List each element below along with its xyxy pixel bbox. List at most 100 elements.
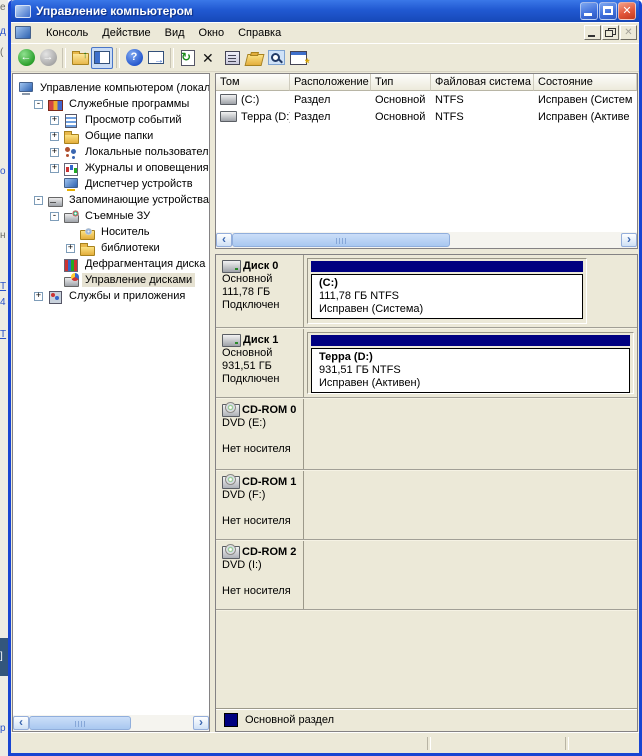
up-one-level-button[interactable] xyxy=(69,47,91,69)
cdrom-1-info[interactable]: CD-ROM 1 DVD (F:) Нет носителя xyxy=(216,471,304,539)
hard-disk-icon xyxy=(222,260,241,273)
tree-item-disk-management[interactable]: Управление дисками xyxy=(13,272,209,288)
tree-item-system-tools[interactable]: - Служебные программы xyxy=(13,96,209,112)
column-header-filesystem[interactable]: Файловая система xyxy=(431,74,534,91)
bg-selected-block: ] xyxy=(0,638,8,676)
tree-horizontal-scrollbar[interactable]: ‹ › xyxy=(13,715,209,731)
column-header-type[interactable]: Тип xyxy=(371,74,431,91)
tree-item-storage[interactable]: - Запоминающие устройства xyxy=(13,192,209,208)
disk-1-info[interactable]: Диск 1 Основной 931,51 ГБ Подключен xyxy=(216,329,304,397)
open-button[interactable] xyxy=(243,47,265,69)
disk-0-row[interactable]: Диск 0 Основной 111,78 ГБ Подключен (C:)… xyxy=(216,255,637,329)
volume-icon xyxy=(220,94,237,105)
scroll-right-button[interactable]: › xyxy=(193,716,209,730)
title-bar[interactable]: Управление компьютером xyxy=(11,0,639,22)
scroll-left-button[interactable]: ‹ xyxy=(216,233,232,247)
cdrom-2-info[interactable]: CD-ROM 2 DVD (I:) Нет носителя xyxy=(216,541,304,609)
window-title: Управление компьютером xyxy=(36,4,579,18)
tree-item-performance-logs[interactable]: + Журналы и оповещения пр xyxy=(13,160,209,176)
delete-button[interactable] xyxy=(199,47,221,69)
disk-1-row[interactable]: Диск 1 Основной 931,51 ГБ Подключен Терр… xyxy=(216,329,637,399)
bg-text-fragment: Т xyxy=(0,329,8,340)
back-button[interactable] xyxy=(15,47,37,69)
status-bar xyxy=(11,732,639,753)
minimize-button[interactable] xyxy=(580,2,598,20)
tree-item-media[interactable]: Носитель xyxy=(13,224,209,240)
forward-button[interactable] xyxy=(37,47,59,69)
cdrom-1-graph xyxy=(304,471,637,539)
column-header-layout[interactable]: Расположение xyxy=(290,74,371,91)
storage-icon xyxy=(47,193,63,208)
system-tools-icon xyxy=(47,97,63,112)
cdrom-0-info[interactable]: CD-ROM 0 DVD (E:) Нет носителя xyxy=(216,399,304,469)
tree-item-services[interactable]: + Службы и приложения xyxy=(13,288,209,304)
tree-item-libraries[interactable]: + библиотеки xyxy=(13,240,209,256)
export-list-button[interactable] xyxy=(145,47,167,69)
menu-action[interactable]: Действие xyxy=(95,25,157,41)
tree-item-disk-defragmenter[interactable]: Дефрагментация диска xyxy=(13,256,209,272)
menu-window[interactable]: Окно xyxy=(192,25,232,41)
column-header-status[interactable]: Состояние xyxy=(534,74,637,91)
tree-item-event-viewer[interactable]: + Просмотр событий xyxy=(13,112,209,128)
cdrom-2-row[interactable]: CD-ROM 2 DVD (I:) Нет носителя xyxy=(216,541,637,611)
scroll-left-button[interactable]: ‹ xyxy=(13,716,29,730)
volume-row-c[interactable]: (C:) Раздел Основной NTFS Исправен (Сист… xyxy=(216,91,637,108)
collapse-toggle[interactable]: - xyxy=(50,212,63,221)
volume-row-d[interactable]: Терра (D:) Раздел Основной NTFS Исправен… xyxy=(216,108,637,125)
column-header-volume[interactable]: Том xyxy=(216,74,290,91)
menu-help[interactable]: Справка xyxy=(231,25,288,41)
disk-management-icon xyxy=(63,273,79,288)
close-button[interactable] xyxy=(618,2,636,20)
refresh-button[interactable] xyxy=(177,47,199,69)
find-button[interactable] xyxy=(265,47,287,69)
mdi-minimize-button[interactable] xyxy=(584,25,601,40)
expand-toggle[interactable]: + xyxy=(66,244,79,253)
show-hide-tree-button[interactable] xyxy=(91,47,113,69)
manage-button[interactable] xyxy=(287,47,309,69)
tree-item-computer-management[interactable]: Управление компьютером (локаль xyxy=(13,80,209,96)
disk-0-partition[interactable]: (C:) 111,78 ГБ NTFS Исправен (Система) xyxy=(307,258,587,324)
collapse-toggle[interactable]: - xyxy=(34,196,47,205)
disk-1-partition[interactable]: Терра (D:) 931,51 ГБ NTFS Исправен (Акти… xyxy=(307,332,634,394)
disk-view-empty-area xyxy=(216,611,637,708)
up-folder-icon xyxy=(72,53,89,65)
list-header-row: Том Расположение Тип Файловая система Со… xyxy=(216,74,637,91)
list-horizontal-scrollbar[interactable]: ‹ › xyxy=(216,232,637,248)
mdi-close-button[interactable] xyxy=(620,25,637,40)
help-button[interactable] xyxy=(123,47,145,69)
maximize-button[interactable] xyxy=(599,2,617,20)
expand-toggle[interactable]: + xyxy=(50,132,63,141)
bg-text-fragment: е xyxy=(0,2,8,13)
export-list-icon xyxy=(148,51,164,64)
tree-item-local-users[interactable]: + Локальные пользователи xyxy=(13,144,209,160)
properties-button[interactable] xyxy=(221,47,243,69)
shared-folders-icon xyxy=(63,129,79,144)
expand-toggle[interactable]: + xyxy=(50,164,63,173)
bg-text-fragment: н xyxy=(0,230,8,241)
expand-toggle[interactable]: + xyxy=(50,148,63,157)
scroll-right-button[interactable]: › xyxy=(621,233,637,247)
mdi-child-icon[interactable] xyxy=(15,26,31,39)
computer-icon xyxy=(18,81,34,96)
computer-management-window: Управление компьютером Консоль Действие … xyxy=(8,0,642,756)
tree-item-shared-folders[interactable]: + Общие папки xyxy=(13,128,209,144)
scrollbar-thumb[interactable] xyxy=(232,233,450,247)
cdrom-1-row[interactable]: CD-ROM 1 DVD (F:) Нет носителя xyxy=(216,471,637,541)
mdi-restore-button[interactable] xyxy=(602,25,619,40)
tree-item-removable-storage[interactable]: - Съемные ЗУ xyxy=(13,208,209,224)
menu-console[interactable]: Консоль xyxy=(39,25,95,41)
cdrom-icon xyxy=(222,476,240,489)
disk-0-info[interactable]: Диск 0 Основной 111,78 ГБ Подключен xyxy=(216,255,304,327)
expand-toggle[interactable]: + xyxy=(34,292,47,301)
menu-view[interactable]: Вид xyxy=(158,25,192,41)
cdrom-0-row[interactable]: CD-ROM 0 DVD (E:) Нет носителя xyxy=(216,399,637,471)
tree-item-device-manager[interactable]: Диспетчер устройств xyxy=(13,176,209,192)
expand-toggle[interactable]: + xyxy=(50,116,63,125)
open-folder-icon xyxy=(244,54,264,66)
cdrom-0-graph xyxy=(304,399,637,469)
legend-bar: Основной раздел xyxy=(216,708,637,731)
collapse-toggle[interactable]: - xyxy=(34,100,47,109)
scrollbar-thumb[interactable] xyxy=(29,716,131,730)
toolbar-separator xyxy=(170,48,174,68)
properties-icon xyxy=(225,51,240,65)
